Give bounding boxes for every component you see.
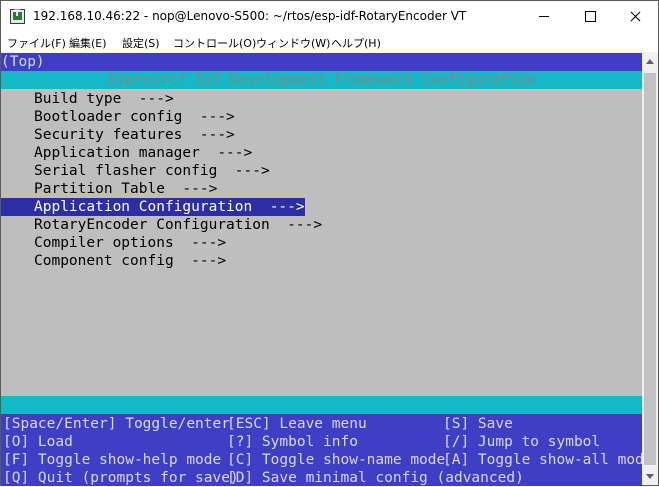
menu-bar: ファイル(F) 編集(E) 設定(S) コントロール(O) ウィンドウ(W) ヘ… bbox=[1, 32, 658, 52]
hotkey-save-minimal: [D] Save minimal config (advanced) bbox=[227, 470, 524, 486]
option-component-config[interactable]: Component config ---> bbox=[34, 252, 226, 270]
hotkey-toggle-enter: [Space/Enter] Toggle/enter bbox=[3, 416, 230, 432]
option-application-manager[interactable]: Application manager ---> bbox=[34, 144, 252, 162]
hotkey-symbol-info: [?] Symbol info bbox=[227, 434, 358, 450]
option-rotaryencoder-configuration[interactable]: RotaryEncoder Configuration ---> bbox=[34, 216, 322, 234]
scroll-thumb[interactable] bbox=[644, 73, 656, 465]
option-serial-flasher-config[interactable]: Serial flasher config ---> bbox=[34, 162, 270, 180]
hotkey-leave-menu: [ESC] Leave menu bbox=[227, 416, 367, 432]
breadcrumb: (Top) bbox=[1, 53, 642, 71]
option-application-configuration[interactable]: Application Configuration ---> bbox=[1, 198, 305, 216]
option-partition-table[interactable]: Partition Table ---> bbox=[34, 180, 217, 198]
hotkey-show-help: [F] Toggle show-help mode bbox=[3, 452, 222, 468]
menu-window[interactable]: ウィンドウ(W) bbox=[256, 35, 330, 51]
option-security-features[interactable]: Security features ---> bbox=[34, 126, 235, 144]
hotkey-load: [O] Load bbox=[3, 434, 73, 450]
menuconfig-header: Espressif IoT Development Framework Conf… bbox=[1, 71, 642, 89]
hotkey-quit: [Q] Quit (prompts for save) bbox=[3, 470, 239, 486]
minimize-button[interactable] bbox=[521, 1, 567, 32]
scroll-down-arrow-icon[interactable] bbox=[646, 474, 654, 479]
hotkey-jump-to-symbol: [/] Jump to symbol bbox=[443, 434, 601, 450]
option-bootloader-config[interactable]: Bootloader config ---> bbox=[34, 108, 235, 126]
menu-file[interactable]: ファイル(F) bbox=[7, 35, 66, 51]
hotkey-bar: [Space/Enter] Toggle/enter [ESC] Leave m… bbox=[1, 414, 653, 486]
terminal-window: 192.168.10.46:22 - nop@Lenovo-S500: ~/rt… bbox=[0, 0, 659, 486]
vertical-scrollbar[interactable] bbox=[642, 53, 658, 485]
scroll-up-arrow-icon[interactable] bbox=[646, 59, 654, 64]
teraterm-app-icon[interactable] bbox=[10, 9, 25, 24]
title-bar[interactable]: 192.168.10.46:22 - nop@Lenovo-S500: ~/rt… bbox=[1, 1, 658, 32]
menu-settings[interactable]: 設定(S) bbox=[122, 35, 160, 51]
option-compiler-options[interactable]: Compiler options ---> bbox=[34, 234, 226, 252]
menu-control[interactable]: コントロール(O) bbox=[173, 35, 256, 51]
menu-edit[interactable]: 編集(E) bbox=[69, 35, 107, 51]
hotkey-save: [S] Save bbox=[443, 416, 513, 432]
option-build-type[interactable]: Build type ---> bbox=[34, 90, 174, 108]
menu-help[interactable]: ヘルプ(H) bbox=[331, 35, 381, 51]
close-button[interactable] bbox=[612, 1, 658, 32]
maximize-button[interactable] bbox=[567, 1, 613, 32]
window-title: 192.168.10.46:22 - nop@Lenovo-S500: ~/rt… bbox=[33, 9, 467, 23]
hotkey-show-all: [A] Toggle show-all mode bbox=[443, 452, 653, 468]
hotkey-show-name: [C] Toggle show-name mode bbox=[227, 452, 446, 468]
footer-separator bbox=[1, 396, 642, 414]
